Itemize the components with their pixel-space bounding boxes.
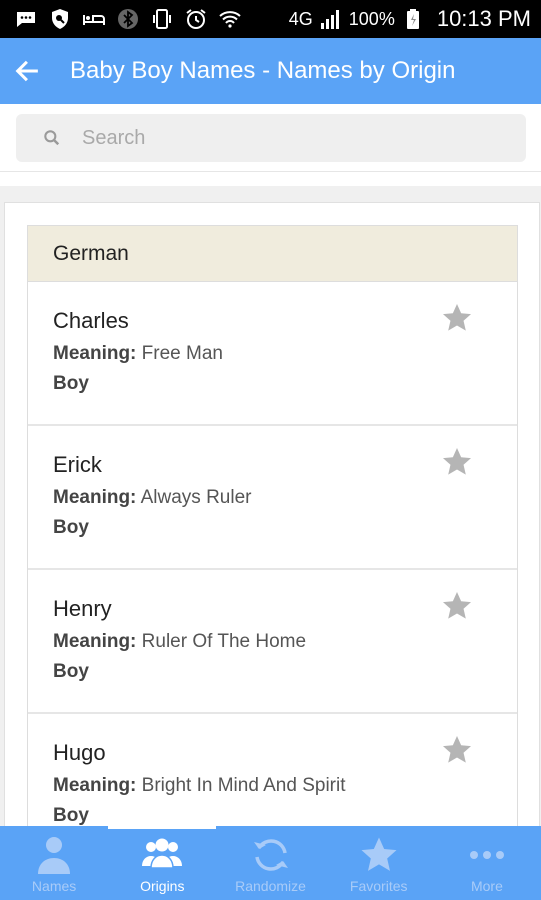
- meaning-label: Meaning:: [53, 343, 137, 364]
- search-box[interactable]: [16, 114, 526, 162]
- favorite-button[interactable]: [441, 734, 473, 766]
- wifi-icon: [218, 7, 242, 31]
- favorite-button[interactable]: [441, 590, 473, 622]
- bluetooth-icon: [116, 7, 140, 31]
- nav-favorites[interactable]: Favorites: [325, 826, 433, 900]
- more-dots-icon: [465, 834, 509, 876]
- meaning-row: Meaning: Ruler Of The Home: [53, 630, 517, 654]
- arrow-left-icon: [13, 57, 41, 85]
- list-item[interactable]: Charles Meaning: Free Man Boy: [28, 282, 517, 426]
- nav-label: Randomize: [235, 878, 306, 894]
- meaning-row: Meaning: Always Ruler: [53, 486, 517, 510]
- star-icon: [441, 302, 473, 334]
- refresh-icon: [249, 834, 293, 876]
- list-item[interactable]: Hugo Meaning: Bright In Mind And Spirit …: [28, 714, 517, 826]
- content-area: German Charles Meaning: Free Man Boy Eri…: [0, 186, 541, 826]
- favorite-button[interactable]: [441, 302, 473, 334]
- signal-icon: [319, 7, 343, 31]
- status-right: 4G 100% 10:13 PM: [289, 6, 531, 32]
- meaning-text: Ruler Of The Home: [141, 631, 307, 652]
- meaning-label: Meaning:: [53, 775, 137, 796]
- star-icon: [441, 446, 473, 478]
- battery-icon: [401, 7, 425, 31]
- list-item[interactable]: Erick Meaning: Always Ruler Boy: [28, 426, 517, 570]
- nav-label: Origins: [140, 878, 185, 894]
- meaning-text: Always Ruler: [140, 487, 252, 508]
- nav-origins[interactable]: Origins: [108, 826, 217, 900]
- nav-label: Names: [31, 878, 77, 894]
- person-icon: [32, 834, 76, 876]
- gender-label: Boy: [53, 805, 89, 826]
- meaning-text: Bright In Mind And Spirit: [141, 775, 346, 796]
- nav-names[interactable]: Names: [0, 826, 108, 900]
- network-type: 4G: [288, 8, 313, 29]
- back-button[interactable]: [2, 38, 52, 104]
- search-icon: [42, 128, 62, 148]
- vibrate-icon: [150, 7, 174, 31]
- bed-icon: [82, 7, 106, 31]
- message-icon: [14, 7, 38, 31]
- group-header: German: [28, 226, 517, 282]
- nav-randomize[interactable]: Randomize: [216, 826, 324, 900]
- star-icon: [441, 590, 473, 622]
- meaning-label: Meaning:: [53, 487, 137, 508]
- meaning-row: Meaning: Free Man: [53, 342, 517, 366]
- star-icon: [441, 734, 473, 766]
- nav-label: More: [470, 878, 503, 894]
- meaning-text: Free Man: [141, 343, 223, 364]
- search-input[interactable]: [80, 125, 480, 151]
- gender-label: Boy: [53, 517, 89, 538]
- list-container: German Charles Meaning: Free Man Boy Eri…: [4, 202, 540, 826]
- nav-label: Favorites: [349, 878, 408, 894]
- gender-label: Boy: [53, 373, 89, 394]
- page-title: Baby Boy Names - Names by Origin: [70, 57, 456, 84]
- search-bar: [0, 104, 541, 172]
- bottom-nav: Names Origins Randomize Favorites More: [0, 826, 541, 900]
- list-item[interactable]: Henry Meaning: Ruler Of The Home Boy: [28, 570, 517, 714]
- favorite-button[interactable]: [441, 446, 473, 478]
- star-icon: [357, 834, 401, 876]
- app-bar: Baby Boy Names - Names by Origin: [0, 38, 541, 104]
- people-icon: [140, 834, 184, 876]
- meaning-row: Meaning: Bright In Mind And Spirit: [53, 774, 517, 798]
- origin-group: German Charles Meaning: Free Man Boy Eri…: [27, 225, 518, 826]
- shield-icon: [48, 7, 72, 31]
- meaning-label: Meaning:: [53, 631, 137, 652]
- status-bar: 4G 100% 10:13 PM: [0, 0, 541, 38]
- gender-label: Boy: [53, 661, 89, 682]
- status-left-icons: [14, 7, 242, 31]
- alarm-icon: [184, 7, 208, 31]
- battery-percent: 100%: [348, 8, 395, 29]
- nav-more[interactable]: More: [433, 826, 541, 900]
- clock: 10:13 PM: [436, 6, 531, 31]
